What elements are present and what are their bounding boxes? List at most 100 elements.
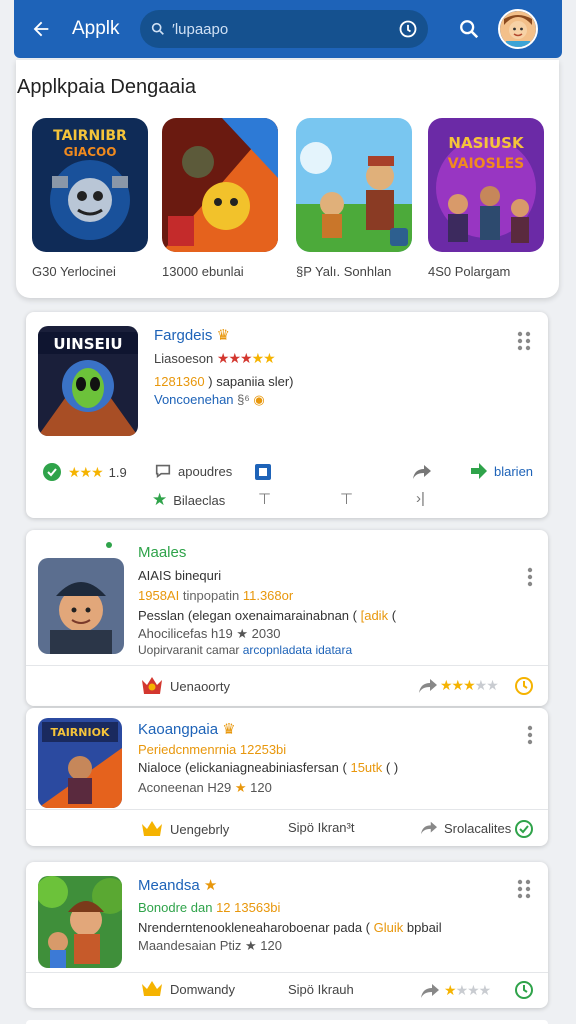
game-thumbnail xyxy=(38,558,124,654)
featured-item[interactable]: NASIUSK VAIOSLES 4S0 Polargam xyxy=(428,118,546,279)
featured-item[interactable]: 13000 ebunlai xyxy=(162,118,280,279)
app-card[interactable]: Maales AIAIS binequri 1958AI tinpopatin … xyxy=(26,530,548,706)
star-icon: ★ xyxy=(236,626,248,641)
squad-game-art-icon: NASIUSK VAIOSLES xyxy=(428,118,544,252)
svg-text:NASIUSK: NASIUSK xyxy=(448,134,525,152)
app-title: Applk xyxy=(72,18,120,39)
clock-icon[interactable] xyxy=(514,676,534,696)
developer-link[interactable]: arcopnladata idatara xyxy=(243,643,352,657)
clock-icon[interactable] xyxy=(514,980,534,1000)
search-button[interactable] xyxy=(456,16,482,42)
rating-stars: ★★★★★ xyxy=(216,350,276,366)
app-description: Nrenderntenookleneaharoboenar pada ( Glu… xyxy=(138,920,442,935)
rating-action[interactable]: ★★★ 1.9 xyxy=(42,462,127,482)
favorite-action[interactable]: ★ Bilaeclas xyxy=(152,490,225,510)
game-thumbnail xyxy=(162,118,278,252)
app-meta: Maandesaian Ptiz ★ 120 xyxy=(138,938,282,953)
info-icon[interactable] xyxy=(398,19,418,39)
search-icon xyxy=(460,20,479,39)
share-icon[interactable] xyxy=(418,677,438,695)
search-box[interactable] xyxy=(140,10,428,48)
upgrade-action[interactable]: Uenaoorty xyxy=(140,676,230,696)
warrior-game-art-icon xyxy=(162,118,278,252)
top-app-bar: Applk xyxy=(14,0,562,58)
star-icon: ★ xyxy=(244,938,257,953)
svg-text:GIACOO: GIACOO xyxy=(64,145,117,159)
share-icon[interactable] xyxy=(420,982,440,1000)
app-stats: Bonodre dan 12 13563bi xyxy=(138,900,281,915)
share-action[interactable]: Srolacalites xyxy=(420,820,511,836)
game-thumbnail xyxy=(296,118,412,252)
avatar-icon xyxy=(500,11,536,47)
svg-text:UINSEIU: UINSEIU xyxy=(53,335,122,353)
game-thumbnail: UINSEIU xyxy=(38,326,138,436)
divider xyxy=(26,972,548,973)
game-thumbnail: TAIRNIBR GIACOO xyxy=(32,118,148,252)
app-card[interactable]: TAIRNIOK Kaoangpaia ♛ Periedcnmenrnia 12… xyxy=(26,708,548,846)
adventure-game-art-icon xyxy=(296,118,412,252)
featured-item[interactable]: TAIRNIBR GIACOO G30 Yerlocinei xyxy=(32,118,150,279)
svg-text:TAIRNIOK: TAIRNIOK xyxy=(51,726,110,739)
avatar[interactable] xyxy=(498,9,538,49)
star-icon: ★ xyxy=(152,490,168,509)
more-options-icon[interactable] xyxy=(526,566,534,588)
app-name: Fargdeis ♛ xyxy=(154,327,230,344)
app-stats: Periedcnmenrnia 12253bi xyxy=(138,742,287,757)
back-arrow-icon xyxy=(33,21,49,37)
app-name: Kaoangpaia ♛ xyxy=(138,721,236,738)
comment-icon xyxy=(155,464,171,479)
divider xyxy=(26,665,548,666)
download-action[interactable]: Domwandy xyxy=(140,980,235,998)
app-name: Maales xyxy=(138,544,187,561)
more-options-icon[interactable] xyxy=(516,330,532,352)
app-stats: 1958AI tinpopatin 11.368or xyxy=(138,588,294,603)
star-icon: ★ xyxy=(203,877,218,894)
share-icon[interactable] xyxy=(412,463,432,481)
featured-item-label: 13000 ebunlai xyxy=(162,264,244,279)
secondary-action[interactable]: Sipö Ikran³t xyxy=(288,820,354,835)
crown-badge-icon xyxy=(142,821,162,836)
app-description: Nialoce (elickaniagneabiniasfersan ( 15u… xyxy=(138,760,399,775)
search-icon xyxy=(151,22,164,35)
status-dot xyxy=(106,542,112,548)
app-card[interactable]: UINSEIU Fargdeis ♛ Liasoeson ★★★★★ 12813… xyxy=(26,312,548,518)
secondary-action[interactable]: Sipö Ikrauh xyxy=(288,982,354,997)
check-circle-icon[interactable] xyxy=(514,819,534,839)
upgrade-action[interactable]: Uengebrly xyxy=(140,820,229,838)
game-thumbnail: TAIRNIOK xyxy=(38,718,122,808)
app-meta: Ahocilicefas h19 ★ 2030 xyxy=(138,626,281,641)
featured-item-label: 4S0 Polargam xyxy=(428,264,511,279)
app-meta: Aconeenan H29 ★ 120 xyxy=(138,780,272,795)
crown-icon: ♛ xyxy=(222,721,236,738)
more-options-icon[interactable] xyxy=(516,878,532,900)
check-badge-icon xyxy=(43,463,61,481)
install-action[interactable]: blarien xyxy=(470,462,533,480)
divider xyxy=(26,809,548,810)
search-input[interactable] xyxy=(172,20,398,38)
pin-icon[interactable]: ⊤ xyxy=(258,490,271,508)
crown-badge-icon xyxy=(142,981,162,996)
app-card[interactable]: Meandsa ★ Bonodre dan 12 13563bi Nrender… xyxy=(26,862,548,1008)
coin-icon: ◉ xyxy=(253,392,265,407)
share-icon xyxy=(421,821,437,835)
up-icon[interactable]: ⊤ xyxy=(340,490,353,508)
skip-icon[interactable]: ›| xyxy=(416,490,425,507)
featured-item-label: G30 Yerlocinei xyxy=(32,264,116,279)
featured-item-label: §P Yalı. Sonhlan xyxy=(296,264,392,279)
rating-stars: ★★★★ xyxy=(444,982,491,998)
jungle-game-art-icon xyxy=(38,876,122,968)
alien-game-art-icon: UINSEIU xyxy=(38,326,138,436)
crown-icon: ♛ xyxy=(216,327,230,344)
comment-action[interactable]: apoudres xyxy=(154,462,232,480)
next-card-edge xyxy=(26,1020,548,1024)
battle-game-art-icon: TAIRNIOK xyxy=(38,718,122,808)
app-subtitle: AIAIS binequri xyxy=(138,568,222,583)
pirate-game-art-icon xyxy=(38,558,124,654)
arrow-icon xyxy=(471,463,487,479)
app-description: Pesslan (elegan oxenaimarainabnan ( [adi… xyxy=(138,608,397,623)
save-icon[interactable] xyxy=(254,463,272,481)
svg-text:TAIRNIBR: TAIRNIBR xyxy=(53,128,127,144)
more-options-icon[interactable] xyxy=(526,724,534,746)
featured-item[interactable]: §P Yalı. Sonhlan xyxy=(296,118,414,279)
back-button[interactable] xyxy=(28,16,54,42)
